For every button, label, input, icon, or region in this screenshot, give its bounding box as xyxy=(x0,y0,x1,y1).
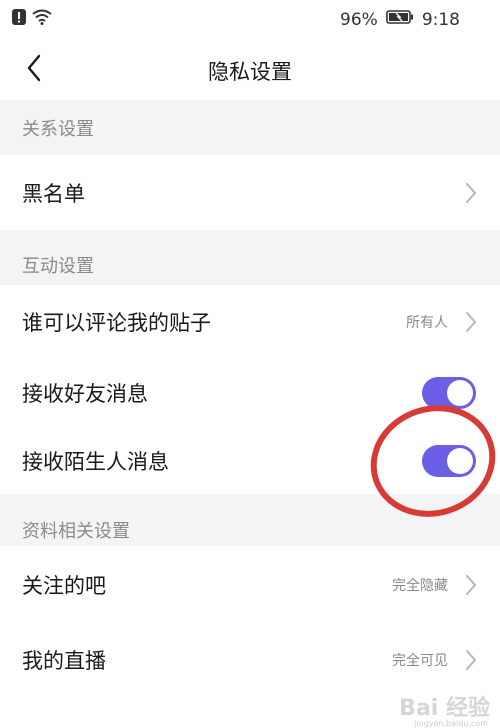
row-friend-messages: 接收好友消息 xyxy=(0,358,500,428)
alert-icon xyxy=(12,9,26,29)
nav-bar: 隐私设置 xyxy=(0,40,500,100)
chevron-right-icon xyxy=(464,182,478,204)
page-title: 隐私设置 xyxy=(208,60,292,84)
chevron-right-icon xyxy=(464,311,478,333)
row-value: 完全可见 xyxy=(392,653,448,669)
row-label: 接收陌生人消息 xyxy=(22,450,169,474)
section-header-profile: 资料相关设置 xyxy=(0,494,500,546)
row-label: 关注的吧 xyxy=(22,574,106,598)
chevron-right-icon xyxy=(464,649,478,671)
row-blacklist[interactable]: 黑名单 xyxy=(0,155,500,230)
row-followed-forums[interactable]: 关注的吧 完全隐藏 xyxy=(0,546,500,624)
toggle-friend-messages[interactable] xyxy=(422,377,476,409)
row-value: 完全隐藏 xyxy=(392,578,448,594)
status-bar: 96% 9:18 xyxy=(0,0,500,40)
toggle-stranger-messages[interactable] xyxy=(422,445,476,477)
row-label: 接收好友消息 xyxy=(22,382,148,406)
row-my-live[interactable]: 我的直播 完全可见 xyxy=(0,624,500,696)
section-header-interaction: 互动设置 xyxy=(0,230,500,285)
row-value: 所有人 xyxy=(406,314,448,331)
row-comment-permission[interactable]: 谁可以评论我的贴子 所有人 xyxy=(0,285,500,358)
battery-percent: 96% xyxy=(340,9,378,30)
row-label: 我的直播 xyxy=(22,649,106,673)
row-label: 谁可以评论我的贴子 xyxy=(22,310,211,335)
status-right: 96% 9:18 xyxy=(340,9,460,30)
section-header-relation: 关系设置 xyxy=(0,100,500,155)
battery-icon xyxy=(386,9,414,30)
chevron-right-icon xyxy=(464,574,478,596)
wifi-icon xyxy=(32,9,52,29)
row-stranger-messages: 接收陌生人消息 xyxy=(0,428,500,494)
toggle-knob xyxy=(447,448,473,474)
toggle-knob xyxy=(447,380,473,406)
row-partial xyxy=(0,696,500,728)
status-time: 9:18 xyxy=(421,9,460,30)
status-left xyxy=(12,9,52,29)
row-label: 黑名单 xyxy=(22,181,85,206)
